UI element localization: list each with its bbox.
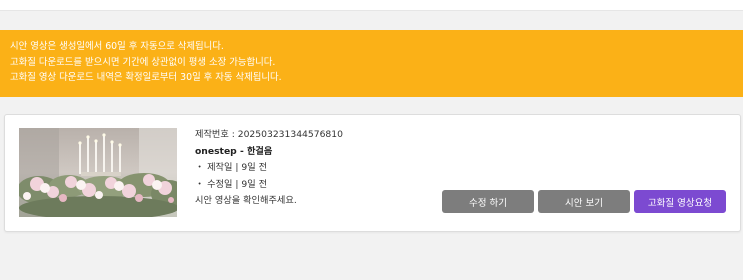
notice-banner: 시안 영상은 생성일에서 60일 후 자동으로 삭제됩니다. 고화질 다운로드를… xyxy=(0,30,743,97)
created-date: ・ 제작일 | 9일 전 xyxy=(195,162,268,173)
hq-video-request-button[interactable]: 고화질 영상요청 xyxy=(634,190,726,213)
notice-line: 시안 영상은 생성일에서 60일 후 자동으로 삭제됩니다. xyxy=(10,41,224,52)
video-thumbnail[interactable] xyxy=(19,128,177,217)
status-message: 시안 영상을 확인해주세요. xyxy=(195,195,297,206)
order-number: 제작번호 : 202503231344576810 xyxy=(195,129,343,140)
notice-line: 고화질 영상 다운로드 내역은 확정일로부터 30일 후 자동 삭제됩니다. xyxy=(10,72,282,84)
top-header-strip xyxy=(0,0,743,11)
product-title: onestep - 한걸음 xyxy=(195,145,273,157)
modified-date: ・ 수정일 | 9일 전 xyxy=(195,178,268,190)
edit-button[interactable]: 수정 하기 xyxy=(442,190,534,213)
preview-button[interactable]: 시안 보기 xyxy=(538,190,630,213)
order-card: 제작번호 : 202503231344576810 onestep - 한걸음 … xyxy=(4,114,741,232)
notice-line: 고화질 다운로드를 받으시면 기간에 상관없이 평생 소장 가능합니다. xyxy=(10,56,276,68)
order-info: 제작번호 : 202503231344576810 onestep - 한걸음 … xyxy=(195,127,343,210)
